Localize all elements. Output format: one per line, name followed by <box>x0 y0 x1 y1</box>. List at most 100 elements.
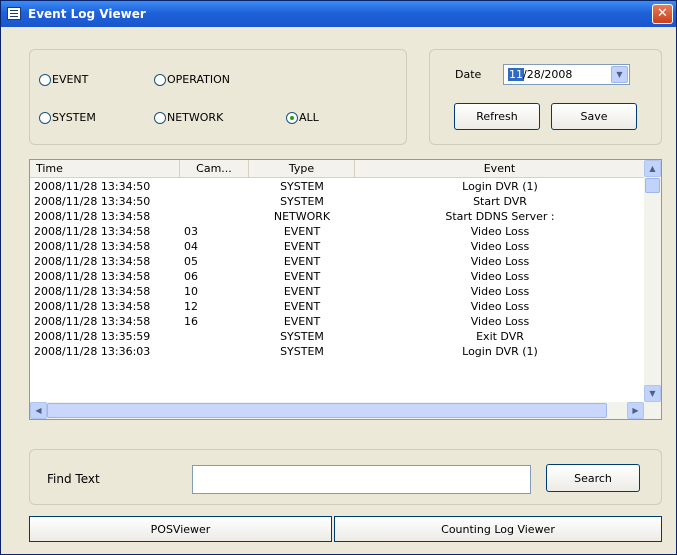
cell-event: Video Loss <box>470 270 530 283</box>
radio-event-indicator <box>39 73 51 86</box>
radio-network-indicator <box>154 111 166 124</box>
cell-camera: 05 <box>184 255 198 268</box>
cell-event: Video Loss <box>470 255 530 268</box>
radio-all[interactable]: ALL <box>286 111 319 124</box>
counting-log-viewer-button[interactable]: Counting Log Viewer <box>334 516 662 542</box>
event-log-viewer-window: Event Log Viewer ✕ EVENT OPERATION SYSTE… <box>0 0 677 555</box>
cell-camera: 06 <box>184 270 198 283</box>
pos-viewer-button[interactable]: POSViewer <box>29 516 332 542</box>
scroll-left-icon[interactable]: ◀ <box>30 402 47 419</box>
cell-event: Video Loss <box>470 315 530 328</box>
radio-all-label: ALL <box>299 111 319 124</box>
scroll-down-icon[interactable]: ▼ <box>644 385 661 402</box>
chevron-down-icon[interactable]: ▼ <box>611 66 628 83</box>
cell-type: EVENT <box>283 240 321 253</box>
cell-camera <box>180 194 249 209</box>
cell-type: NETWORK <box>273 210 331 223</box>
radio-operation-label: OPERATION <box>167 73 230 86</box>
radio-network-label: NETWORK <box>167 111 224 124</box>
date-picker[interactable]: 11 /28/2008 ▼ <box>503 64 630 85</box>
table-row[interactable]: 2008/11/28 13:34:50 SYSTEM Login DVR (1) <box>30 179 645 194</box>
cell-time: 2008/11/28 13:34:58 <box>34 210 151 223</box>
find-text-input[interactable] <box>192 465 531 494</box>
cell-camera <box>180 209 249 224</box>
list-body: 2008/11/28 13:34:50 SYSTEM Login DVR (1) 20… <box>30 179 645 359</box>
cell-type: EVENT <box>283 255 321 268</box>
radio-operation[interactable]: OPERATION <box>154 73 230 86</box>
cell-type: EVENT <box>283 315 321 328</box>
cell-event: Exit DVR <box>476 330 524 343</box>
column-camera[interactable]: Cam... <box>180 160 249 178</box>
window-title: Event Log Viewer <box>28 7 146 21</box>
table-row[interactable]: 2008/11/28 13:34:58 05 EVENT Video Loss <box>30 254 645 269</box>
title-bar[interactable]: Event Log Viewer ✕ <box>1 1 676 27</box>
cell-camera <box>180 179 249 194</box>
table-row[interactable]: 2008/11/28 13:34:58 16 EVENT Video Loss <box>30 314 645 329</box>
cell-time: 2008/11/28 13:34:58 <box>34 270 151 283</box>
horizontal-scroll-thumb[interactable] <box>47 403 607 418</box>
cell-time: 2008/11/28 13:34:58 <box>34 300 151 313</box>
cell-type: EVENT <box>283 285 321 298</box>
cell-event: Start DDNS Server : <box>445 210 555 223</box>
cell-camera <box>180 344 249 359</box>
cell-time: 2008/11/28 13:34:58 <box>34 225 151 238</box>
radio-all-indicator <box>286 111 298 124</box>
table-row[interactable]: 2008/11/28 13:35:59 SYSTEM Exit DVR <box>30 329 645 344</box>
radio-event[interactable]: EVENT <box>39 73 88 86</box>
refresh-button[interactable]: Refresh <box>454 103 540 130</box>
save-button[interactable]: Save <box>551 103 637 130</box>
table-row[interactable]: 2008/11/28 13:34:58 10 EVENT Video Loss <box>30 284 645 299</box>
cell-time: 2008/11/28 13:34:58 <box>34 285 151 298</box>
column-time[interactable]: Time <box>30 160 180 178</box>
cell-time: 2008/11/28 13:34:50 <box>34 180 151 193</box>
cell-type: EVENT <box>283 300 321 313</box>
column-type[interactable]: Type <box>249 160 355 178</box>
scroll-right-icon[interactable]: ▶ <box>627 402 644 419</box>
radio-system[interactable]: SYSTEM <box>39 111 96 124</box>
table-row[interactable]: 2008/11/28 13:34:50 SYSTEM Start DVR <box>30 194 645 209</box>
window-list-icon <box>7 7 21 20</box>
table-row[interactable]: 2008/11/28 13:34:58 04 EVENT Video Loss <box>30 239 645 254</box>
table-row[interactable]: 2008/11/28 13:34:58 12 EVENT Video Loss <box>30 299 645 314</box>
cell-time: 2008/11/28 13:35:59 <box>34 330 151 343</box>
cell-event: Video Loss <box>470 240 530 253</box>
close-button[interactable]: ✕ <box>652 4 673 24</box>
cell-time: 2008/11/28 13:34:58 <box>34 315 151 328</box>
table-row[interactable]: 2008/11/28 13:34:58 06 EVENT Video Loss <box>30 269 645 284</box>
cell-camera: 04 <box>184 240 198 253</box>
table-row[interactable]: 2008/11/28 13:34:58 03 EVENT Video Loss <box>30 224 645 239</box>
date-label: Date <box>455 68 482 81</box>
cell-event: Video Loss <box>470 300 530 313</box>
cell-camera: 12 <box>184 300 198 313</box>
event-list[interactable]: Time Cam... Type Event 2008/11/28 13:34:… <box>29 159 662 420</box>
column-event[interactable]: Event <box>355 160 645 178</box>
cell-event: Video Loss <box>470 285 530 298</box>
cell-type: SYSTEM <box>280 345 324 358</box>
cell-type: SYSTEM <box>280 330 324 343</box>
filter-group <box>29 49 407 145</box>
radio-operation-indicator <box>154 73 166 86</box>
cell-camera: 03 <box>184 225 198 238</box>
horizontal-scrollbar[interactable]: ◀ ▶ <box>30 402 661 419</box>
radio-event-label: EVENT <box>52 73 89 86</box>
cell-camera <box>180 329 249 344</box>
search-button[interactable]: Search <box>546 464 640 492</box>
cell-type: SYSTEM <box>280 180 324 193</box>
radio-system-indicator <box>39 111 51 124</box>
cell-camera: 16 <box>184 315 198 328</box>
cell-event: Login DVR (1) <box>462 345 538 358</box>
table-row[interactable]: 2008/11/28 13:34:58 NETWORK Start DDNS Ser… <box>30 209 645 224</box>
scroll-up-icon[interactable]: ▲ <box>644 160 661 177</box>
cell-event: Login DVR (1) <box>462 180 538 193</box>
cell-time: 2008/11/28 13:36:03 <box>34 345 151 358</box>
cell-event: Video Loss <box>470 225 530 238</box>
cell-type: EVENT <box>283 270 321 283</box>
radio-network[interactable]: NETWORK <box>154 111 223 124</box>
radio-system-label: SYSTEM <box>52 111 96 124</box>
cell-camera: 10 <box>184 285 198 298</box>
cell-time: 2008/11/28 13:34:58 <box>34 240 151 253</box>
table-row[interactable]: 2008/11/28 13:36:03 SYSTEM Login DVR (1) <box>30 344 645 359</box>
vertical-scroll-thumb[interactable] <box>645 178 660 193</box>
vertical-scrollbar[interactable]: ▲ ▼ <box>644 160 661 402</box>
find-text-label: Find Text <box>47 472 100 486</box>
